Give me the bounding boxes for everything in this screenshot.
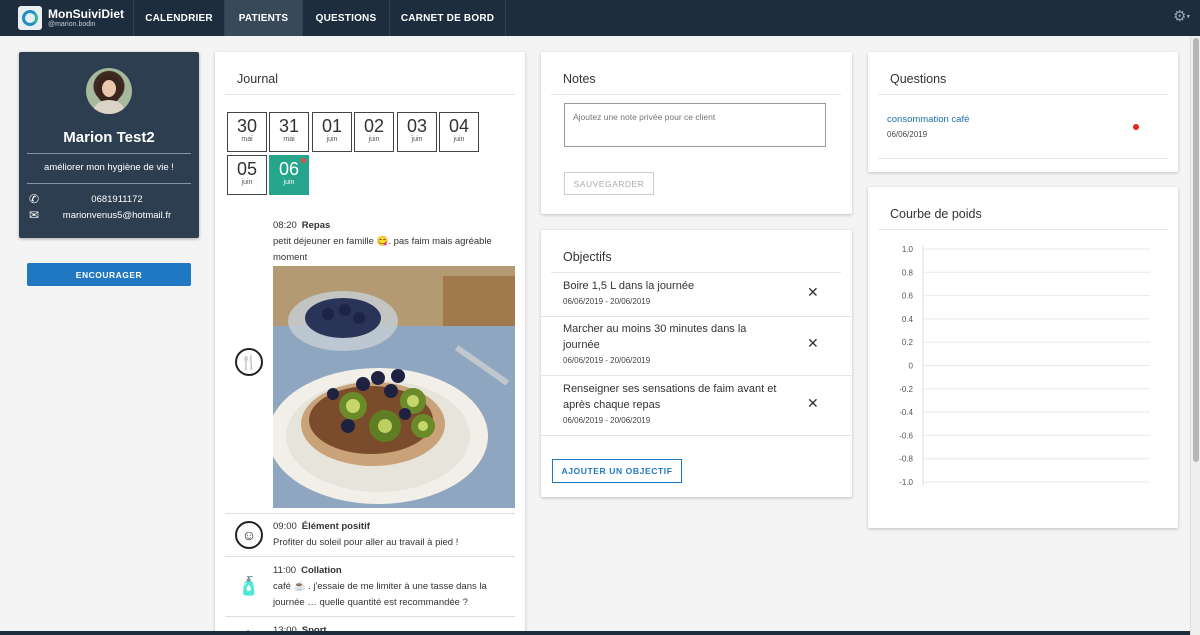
email-row: ✉ marionvenus5@hotmail.fr: [29, 208, 189, 222]
phone-row: ✆ 0681911172: [29, 192, 189, 206]
y-tick-label: -0.4: [899, 408, 913, 417]
tab-patients[interactable]: PATIENTS: [225, 0, 303, 36]
divider: [225, 513, 515, 514]
close-icon[interactable]: ✕: [807, 396, 819, 410]
patient-phone: 0681911172: [91, 193, 143, 205]
y-tick-label: 1.0: [902, 245, 914, 254]
date-chip[interactable]: 05 juin: [227, 155, 267, 195]
phone-icon: ✆: [29, 192, 40, 206]
unread-dot: [1133, 124, 1139, 130]
y-tick-label: -0.2: [899, 385, 913, 394]
note-input[interactable]: [564, 103, 826, 147]
question-date: 06/06/2019: [887, 130, 928, 139]
objective-title: Renseigner ses sensations de faim avant …: [563, 383, 777, 411]
divider: [225, 616, 515, 617]
questions-title: Questions: [890, 72, 947, 86]
journal-card: Journal 30 mai 31 mai 01 juin 02 juin 03 juin…: [215, 52, 525, 635]
entry-text: petit déjeuner en famille 😋. pas faim ma…: [273, 236, 492, 263]
date-chip[interactable]: 03 juin: [397, 112, 437, 152]
patient-email: marionvenus5@hotmail.fr: [62, 209, 172, 221]
objectives-card: Objectifs Boire 1,5 L dans la journée 06…: [541, 230, 852, 497]
question-link[interactable]: consommation café: [887, 114, 969, 125]
entry-time: 08:20 Repas: [273, 220, 331, 231]
entry-text: café ☕ . j'essaie de me limiter à une ta…: [273, 581, 487, 608]
restaurant-icon: 🍴: [235, 348, 263, 376]
y-tick-label: 0.4: [902, 315, 914, 324]
entry-text: Profiter du soleil pour aller au travail…: [273, 537, 459, 548]
divider: [878, 94, 1168, 95]
app-name: MonSuiviDiet: [48, 7, 125, 21]
y-tick-label: 0: [909, 362, 914, 371]
save-button[interactable]: SAUVEGARDER: [564, 172, 654, 195]
date-chip[interactable]: 30 mai: [227, 112, 267, 152]
y-tick-label: 0.2: [902, 338, 914, 347]
scrollbar-thumb[interactable]: [1193, 38, 1199, 462]
bottom-strip: [0, 631, 1190, 635]
divider: [27, 183, 191, 184]
divider: [225, 556, 515, 557]
close-icon[interactable]: ✕: [807, 285, 819, 299]
divider: [225, 94, 515, 95]
objective-title: Boire 1,5 L dans la journée: [563, 280, 695, 292]
smiley-icon: ☺: [235, 521, 263, 549]
questions-card: Questions consommation café 06/06/2019: [868, 52, 1178, 172]
tab-calendrier[interactable]: CALENDRIER: [134, 0, 225, 36]
tab-carnet-de-bord[interactable]: CARNET DE BORD: [390, 0, 506, 36]
date-chip-selected[interactable]: 06 juin: [269, 155, 309, 195]
scrollbar[interactable]: [1190, 36, 1200, 635]
weight-chart: 1.0 0.8 0.6 0.4 0.2 0 -0.2 -0.4 -0.6 -0.8 -1.0: [899, 245, 1150, 487]
mail-icon: ✉: [29, 208, 40, 222]
entry-time: 11:00 Collation: [273, 565, 342, 576]
divider: [27, 153, 191, 154]
tab-questions[interactable]: QUESTIONS: [303, 0, 390, 36]
objective-dates: 06/06/2019 - 20/06/2019: [563, 416, 651, 425]
y-tick-label: 0.6: [902, 292, 914, 301]
add-objective-button[interactable]: AJOUTER UN OBJECTIF: [552, 459, 682, 483]
divider: [541, 316, 852, 317]
y-tick-label: -0.6: [899, 431, 913, 440]
divider: [541, 435, 852, 436]
encourage-button[interactable]: ENCOURAGER: [27, 263, 191, 286]
date-chip[interactable]: 02 juin: [354, 112, 394, 152]
y-tick-label: -0.8: [899, 455, 913, 464]
objective-dates: 06/06/2019 - 20/06/2019: [563, 297, 651, 306]
patient-goal: améliorer mon hygiène de vie !: [44, 162, 174, 173]
divider: [541, 375, 852, 376]
notes-card: Notes SAUVEGARDER: [541, 52, 852, 214]
date-chip[interactable]: 01 juin: [312, 112, 352, 152]
notes-title: Notes: [563, 72, 596, 86]
patient-profile-card: Marion Test2 améliorer mon hygiène de vi…: [19, 52, 199, 238]
divider: [878, 158, 1168, 159]
app-logo-icon: [18, 6, 42, 30]
divider: [551, 94, 841, 95]
avatar: [86, 68, 132, 114]
weight-chart-card: Courbe de poids 1.0 0.8 0.6 0.4 0.2 0 -0.2 -0.4…: [868, 187, 1178, 528]
top-navbar: MonSuiviDiet @marion.bodin CALENDRIER PA…: [0, 0, 1200, 36]
date-chip[interactable]: 31 mai: [269, 112, 309, 152]
objective-dates: 06/06/2019 - 20/06/2019: [563, 356, 651, 365]
bottle-icon: 🧴: [237, 575, 261, 596]
meal-photo[interactable]: [273, 266, 515, 508]
objectives-title: Objectifs: [563, 250, 612, 264]
gear-icon[interactable]: ⚙▾: [1173, 9, 1190, 24]
y-tick-label: -1.0: [899, 478, 913, 487]
y-tick-label: 0.8: [902, 268, 914, 277]
brand[interactable]: MonSuiviDiet @marion.bodin: [0, 0, 134, 36]
entry-time: 09:00 Élément positif: [273, 521, 370, 532]
objective-title: Marcher au moins 30 minutes dans la jour…: [563, 323, 747, 351]
journal-title: Journal: [237, 72, 278, 86]
patient-name: Marion Test2: [63, 129, 155, 146]
close-icon[interactable]: ✕: [807, 336, 819, 350]
divider: [551, 272, 841, 273]
notification-dot: [301, 158, 306, 163]
date-chip[interactable]: 04 juin: [439, 112, 479, 152]
app-username: @marion.bodin: [48, 21, 96, 28]
